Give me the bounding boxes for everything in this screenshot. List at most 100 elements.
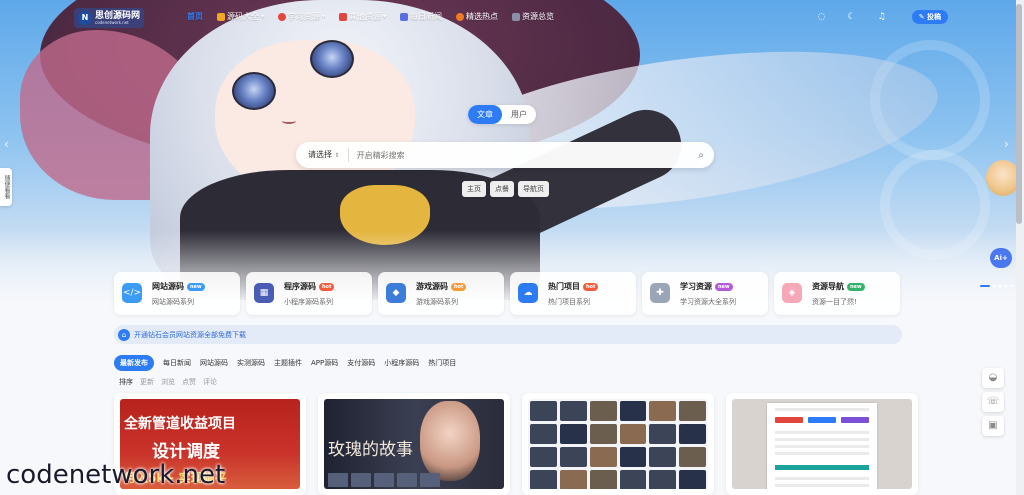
calendar-icon (400, 12, 409, 21)
gift-icon (339, 12, 348, 21)
post-thumbnail: 玫瑰的故事 (324, 399, 504, 489)
tab-articles[interactable]: 文章 (468, 105, 502, 124)
select-label: 请选择 (308, 150, 332, 159)
thumb-tile (679, 447, 706, 467)
sort-option[interactable]: 浏览 (161, 377, 175, 387)
menu-item-home[interactable]: 首页 (180, 11, 210, 22)
card-subtitle: 学习资源大全系列 (680, 298, 736, 306)
slide-indicator (980, 285, 1014, 287)
category-tab[interactable]: 网站源码 (200, 358, 228, 368)
thumb-text: 玫瑰的故事 (328, 440, 413, 460)
card-title: 学习资源 new (680, 281, 733, 292)
category-tab[interactable]: 小程序源码 (384, 358, 419, 368)
tab-users[interactable]: 用户 (502, 105, 536, 124)
thumb-tile (589, 424, 617, 444)
thumb-tile (589, 470, 617, 489)
category-card[interactable]: ◆ 游戏源码 hot 游戏源码系列 (378, 272, 504, 315)
announcement-bar[interactable]: ⌂ 开通钻石会员网站资源全部免费下载 (114, 325, 902, 344)
menu-item-other[interactable]: 其他资源 ▾ (332, 11, 393, 22)
post-card[interactable]: 玫瑰的故事 (318, 393, 510, 495)
thumb-tile (649, 424, 677, 444)
post-thumbnail (732, 399, 912, 489)
post-button[interactable]: ✎ 投稿 (911, 10, 948, 24)
sort-option[interactable]: 点赞 (182, 377, 196, 387)
bulb-icon[interactable]: ◌ (818, 11, 826, 23)
logo-subtitle: codenetwork.net (95, 19, 129, 25)
post-card[interactable] (522, 393, 714, 495)
site-logo[interactable]: N 思创源码网 codenetwork.net (74, 8, 145, 28)
category-card[interactable]: </> 网站源码 new 网站源码系列 (114, 272, 240, 315)
category-tab[interactable]: 每日新闻 (163, 358, 191, 368)
sort-option[interactable]: 评论 (203, 377, 217, 387)
card-title-text: 网站源码 (152, 282, 184, 291)
post-label: 投稿 (927, 13, 941, 21)
post-thumbnail (528, 399, 708, 489)
category-tab[interactable]: 热门项目 (428, 358, 456, 368)
category-tab[interactable]: 实测源码 (237, 358, 265, 368)
apps-icon: ▦ (254, 283, 274, 303)
thumb-tile (649, 470, 677, 489)
menu-label: 精选热点 (466, 12, 499, 21)
post-category-tabs: 最新发布 每日新闻 网站源码 实测源码 主题插件 APP源码 支付源码 小程序源码 热门项目 (114, 355, 456, 371)
slide-dot[interactable] (992, 285, 996, 287)
chevron-down-icon: ▾ (261, 13, 265, 20)
prev-slide-icon[interactable]: ‹ (4, 137, 9, 151)
thumb-text: 设计调度 (152, 442, 220, 462)
mascot-avatar[interactable] (986, 160, 1020, 196)
category-tab[interactable]: 支付源码 (347, 358, 375, 368)
qrcode-icon[interactable]: ▣ (982, 416, 1004, 436)
search-bar: 请选择 ⇕ ⌕ (296, 142, 714, 168)
category-card[interactable]: ▦ 程序源码 hot 小程序源码系列 (246, 272, 372, 315)
main-menu: 首页 源码大全 ▾ 学习资源 ▾ 其他资源 ▾ 每日新闻 精选热点 资源总览 (180, 11, 561, 22)
top-nav: N 思创源码网 codenetwork.net 首页 源码大全 ▾ 学习资源 ▾… (0, 0, 1024, 34)
search-input[interactable] (348, 150, 688, 160)
thumb-tile (679, 401, 706, 421)
slide-dot[interactable] (980, 285, 990, 287)
card-badge: new (847, 283, 865, 291)
category-card[interactable]: ✚ 学习资源 new 学习资源大全系列 (642, 272, 768, 315)
category-tab[interactable]: 最新发布 (114, 355, 154, 371)
menu-item-hot[interactable]: 精选热点 (449, 11, 505, 22)
post-card[interactable] (726, 393, 918, 495)
card-subtitle: 资源一目了然! (812, 298, 857, 306)
source-icon (217, 12, 225, 21)
menu-item-overview[interactable]: 资源总览 (505, 11, 561, 22)
slide-dot[interactable] (1010, 285, 1014, 287)
cloud-icon: ☁ (518, 283, 538, 303)
card-badge: hot (451, 283, 467, 291)
card-title-text: 热门项目 (548, 282, 580, 291)
menu-item-news[interactable]: 每日新闻 (393, 11, 449, 22)
search-scope-select[interactable]: 请选择 ⇕ (296, 148, 349, 162)
quick-link-home[interactable]: 主页 (462, 181, 486, 197)
sort-option[interactable]: 更新 (140, 377, 154, 387)
menu-item-learning[interactable]: 学习资源 ▾ (271, 11, 332, 22)
ai-assistant-button[interactable]: Ai+ (990, 248, 1012, 268)
hero-eye (232, 72, 276, 110)
moon-icon[interactable]: ☾ (848, 11, 856, 23)
search-icon[interactable]: ⌕ (688, 150, 714, 161)
scrollbar-thumb[interactable] (1016, 4, 1022, 224)
slide-dot[interactable] (998, 285, 1002, 287)
page-scrollbar[interactable] (1016, 0, 1024, 495)
category-tab[interactable]: 主题插件 (274, 358, 302, 368)
thumb-tile (559, 470, 587, 489)
category-tab[interactable]: APP源码 (311, 358, 338, 368)
bulb-icon: ✚ (650, 283, 670, 303)
announcement-text: 开通钻石会员网站资源全部免费下载 (134, 330, 246, 339)
category-card[interactable]: ☁ 热门项目 hot 热门项目系列 (510, 272, 636, 315)
category-card[interactable]: ◈ 资源导航 new 资源一目了然! (774, 272, 900, 315)
gamepad-icon: ◆ (386, 283, 406, 303)
sort-options: 排序 更新 浏览 点赞 评论 (119, 377, 217, 387)
thumb-tile (530, 470, 557, 489)
quick-link-order[interactable]: 点餐 (490, 181, 514, 197)
slide-dot[interactable] (1004, 285, 1008, 287)
wechat-icon[interactable]: ☏ (982, 392, 1004, 412)
card-title: 热门项目 hot (548, 281, 599, 292)
random-browse-tab[interactable]: 随便看看 (0, 168, 12, 206)
quick-link-nav[interactable]: 导航页 (518, 181, 549, 197)
bell-icon[interactable]: ♫ (878, 11, 886, 23)
category-cards: </> 网站源码 new 网站源码系列 ▦ 程序源码 hot 小程序源码系列 ◆ 游戏源码 hot 游… (114, 272, 900, 315)
menu-item-source[interactable]: 源码大全 ▾ (210, 11, 271, 22)
next-slide-icon[interactable]: › (1004, 137, 1009, 151)
qq-icon[interactable]: ◒ (982, 368, 1004, 388)
